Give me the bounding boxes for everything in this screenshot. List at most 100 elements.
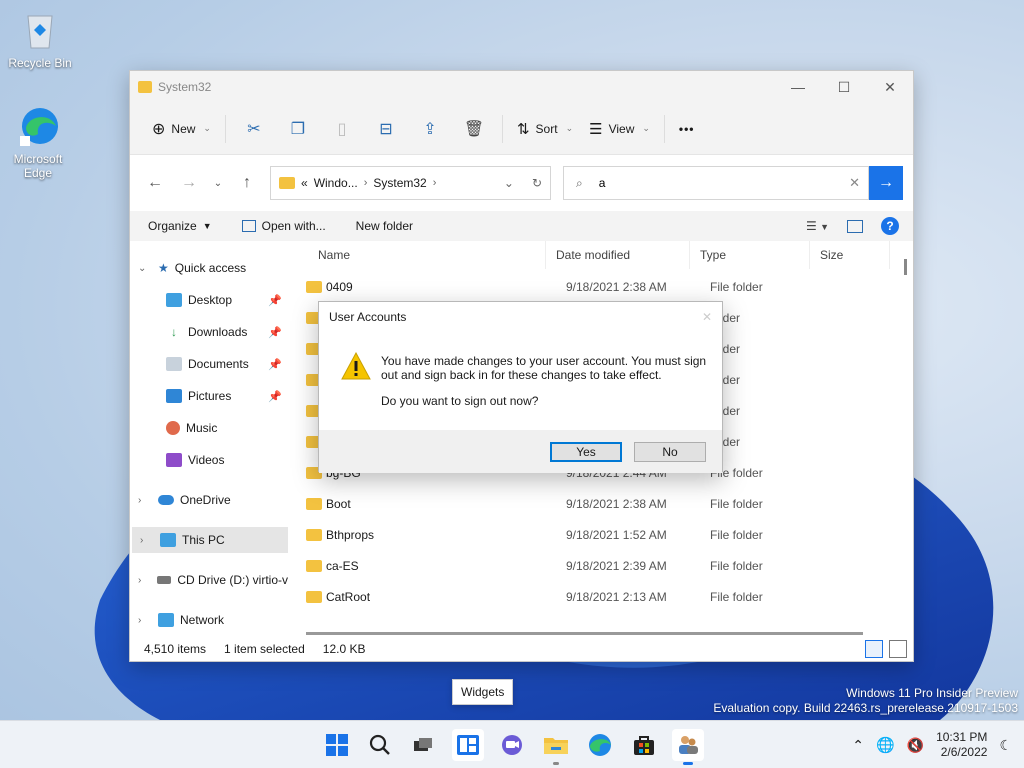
- maximize-button[interactable]: ☐: [821, 71, 867, 103]
- back-button[interactable]: ←: [138, 166, 172, 200]
- address-bar[interactable]: « Windo... › System32 › ⌄ ↻: [270, 166, 551, 200]
- refresh-icon[interactable]: ↻: [532, 176, 542, 190]
- dialog-title: User Accounts: [329, 310, 407, 324]
- nav-item-desktop[interactable]: Desktop 📌: [130, 287, 288, 313]
- yes-button[interactable]: Yes: [550, 441, 622, 462]
- new-folder-button[interactable]: New folder: [356, 219, 413, 233]
- forward-button[interactable]: →: [172, 166, 206, 200]
- widgets-button[interactable]: [452, 729, 484, 761]
- close-icon[interactable]: ✕: [702, 310, 712, 324]
- column-name[interactable]: Name: [288, 241, 546, 269]
- view-button[interactable]: ☰ View ⌄: [581, 112, 658, 146]
- dropdown-arrow-icon: ▼: [202, 221, 212, 231]
- file-type: File folder: [710, 279, 763, 294]
- address-history-dropdown[interactable]: ⌄: [504, 176, 514, 190]
- nav-label: Pictures: [188, 389, 232, 403]
- nav-item-this-pc[interactable]: › This PC: [132, 527, 288, 553]
- help-icon[interactable]: ?: [881, 217, 899, 235]
- nav-item-network[interactable]: › Network: [130, 607, 288, 633]
- nav-label: Music: [186, 421, 218, 435]
- task-view-button[interactable]: [407, 729, 439, 761]
- table-row[interactable]: 0409 9/18/2021 2:38 AM File folder: [306, 271, 913, 302]
- search-box[interactable]: ⌕ ✕: [563, 166, 869, 200]
- sort-button[interactable]: ⇅ Sort ⌄: [509, 112, 581, 146]
- organize-menu[interactable]: Organize ▼: [148, 219, 212, 233]
- recycle-bin-icon: [27, 15, 53, 49]
- user-accounts-taskbar-button[interactable]: [672, 729, 704, 765]
- more-options-button[interactable]: •••: [671, 112, 703, 146]
- clear-search-icon[interactable]: ✕: [849, 175, 860, 191]
- user-accounts-dialog: User Accounts ✕ You have made changes to…: [318, 301, 723, 473]
- breadcrumb-windows[interactable]: Windo...: [314, 176, 358, 190]
- details-view-button[interactable]: [865, 640, 883, 658]
- view-icon: ☰: [589, 120, 603, 138]
- taskbar: ⌃ 🌐 🔇 10:31 PM 2/6/2022 ☾: [0, 720, 1024, 768]
- search-input[interactable]: [598, 176, 819, 190]
- network-icon: [158, 613, 174, 627]
- column-headers: Name Date modified Type Size: [288, 241, 913, 269]
- nav-item-music[interactable]: Music: [130, 415, 288, 441]
- focus-assist-moon-icon[interactable]: ☾: [999, 737, 1012, 754]
- edge-desktop-icon[interactable]: Microsoft Edge: [0, 104, 76, 180]
- nav-label: Quick access: [174, 261, 247, 275]
- recycle-bin-desktop-icon[interactable]: Recycle Bin: [2, 8, 78, 70]
- videos-icon: [166, 453, 182, 467]
- recycle-bin-label: Recycle Bin: [8, 56, 72, 70]
- cut-button[interactable]: ✂: [232, 112, 276, 146]
- nav-item-videos[interactable]: Videos: [130, 447, 288, 473]
- column-type[interactable]: Type: [690, 241, 810, 269]
- volume-muted-icon[interactable]: 🔇: [907, 737, 924, 754]
- file-date: 9/18/2021 2:38 AM: [566, 279, 667, 294]
- horizontal-scrollbar[interactable]: [306, 632, 863, 635]
- trash-icon: 🗑: [463, 120, 485, 138]
- change-view-button[interactable]: ☰ ▼: [806, 219, 829, 233]
- pin-icon: 📌: [268, 326, 282, 339]
- edge-taskbar-button[interactable]: [584, 729, 616, 761]
- nav-item-onedrive[interactable]: › OneDrive: [130, 487, 288, 513]
- organize-label: Organize: [148, 219, 197, 233]
- table-row[interactable]: Bthprops 9/18/2021 1:52 AM File folder: [306, 519, 913, 550]
- share-button[interactable]: ⇪: [408, 112, 452, 146]
- show-hidden-icons-button[interactable]: ⌃: [852, 737, 864, 754]
- paste-button[interactable]: ▯: [320, 112, 364, 146]
- file-explorer-taskbar-button[interactable]: [540, 729, 572, 765]
- breadcrumb-system32[interactable]: System32: [373, 176, 426, 190]
- edge-label-line2: Edge: [23, 166, 53, 180]
- search-go-button[interactable]: →: [869, 166, 903, 200]
- column-date-modified[interactable]: Date modified: [546, 241, 690, 269]
- file-type: folder: [710, 403, 741, 418]
- column-size[interactable]: Size: [810, 241, 890, 269]
- tiles-view-button[interactable]: [889, 640, 907, 658]
- store-taskbar-button[interactable]: [628, 729, 660, 761]
- minimize-button[interactable]: —: [775, 71, 821, 103]
- close-button[interactable]: ✕: [867, 71, 913, 103]
- dialog-title-bar[interactable]: User Accounts ✕: [319, 302, 722, 332]
- new-button[interactable]: ⊕ New ⌄: [144, 112, 219, 146]
- globe-icon[interactable]: 🌐: [876, 736, 895, 754]
- nav-item-quick-access[interactable]: ⌄ ★ Quick access: [130, 255, 288, 281]
- no-button[interactable]: No: [634, 441, 706, 462]
- up-button[interactable]: ↑: [230, 166, 264, 200]
- desktop-icon: [166, 293, 182, 307]
- search-taskbar-button[interactable]: [364, 729, 396, 761]
- delete-button[interactable]: 🗑: [452, 112, 496, 146]
- open-with-button[interactable]: Open with...: [241, 219, 326, 233]
- table-row[interactable]: ca-ES 9/18/2021 2:39 AM File folder: [306, 550, 913, 581]
- edge-icon: [589, 734, 611, 756]
- chat-button[interactable]: [496, 729, 528, 761]
- nav-item-downloads[interactable]: ↓ Downloads 📌: [130, 319, 288, 345]
- start-button[interactable]: [321, 729, 353, 761]
- rename-button[interactable]: ⊟: [364, 112, 408, 146]
- preview-pane-button[interactable]: [847, 219, 863, 233]
- address-overflow[interactable]: «: [301, 176, 308, 190]
- recent-locations-button[interactable]: ⌄: [206, 166, 230, 200]
- table-row[interactable]: Boot 9/18/2021 2:38 AM File folder: [306, 488, 913, 519]
- copy-button[interactable]: ❐: [276, 112, 320, 146]
- nav-item-pictures[interactable]: Pictures 📌: [130, 383, 288, 409]
- nav-item-cd-drive[interactable]: › CD Drive (D:) virtio-v: [130, 567, 288, 593]
- title-bar[interactable]: System32 — ☐ ✕: [130, 71, 913, 103]
- sort-icon: ⇅: [516, 120, 530, 138]
- table-row[interactable]: CatRoot 9/18/2021 2:13 AM File folder: [306, 581, 913, 612]
- nav-item-documents[interactable]: Documents 📌: [130, 351, 288, 377]
- clock[interactable]: 10:31 PM 2/6/2022: [936, 730, 987, 760]
